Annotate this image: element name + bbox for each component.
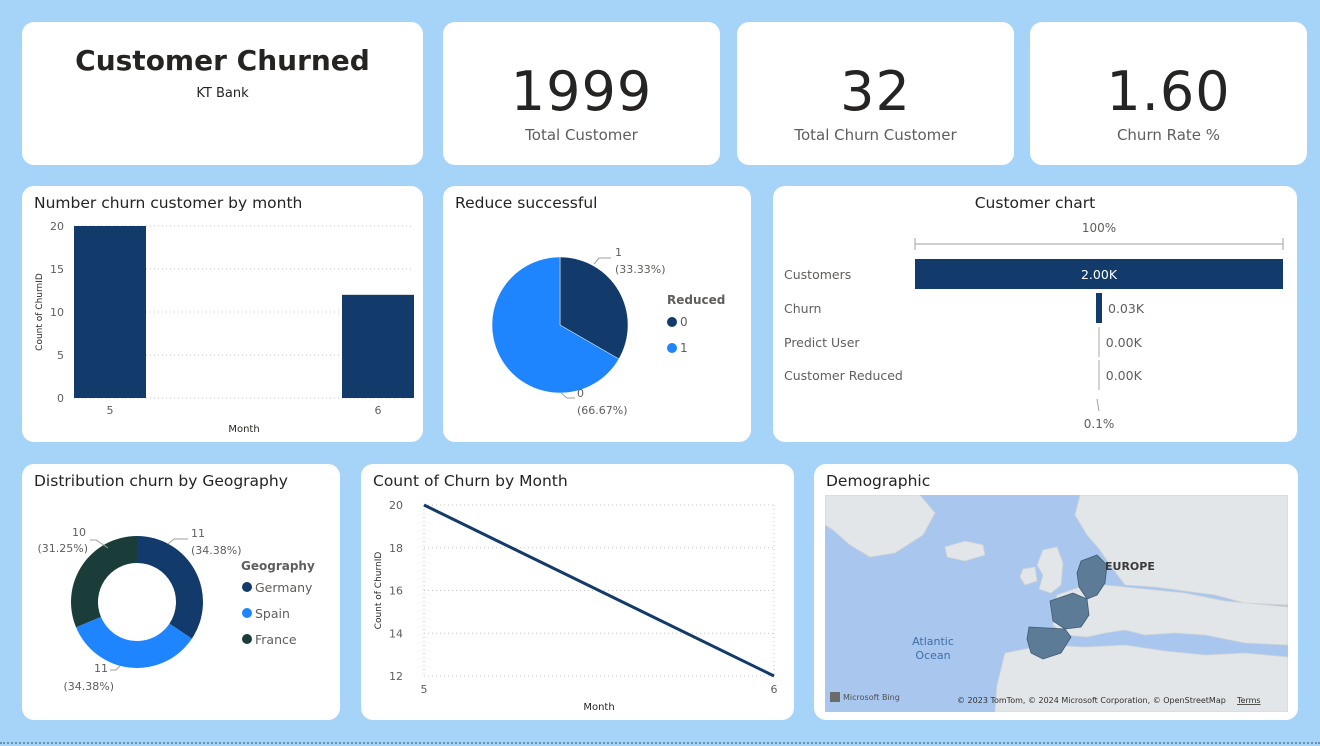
legend-label: France <box>255 632 297 647</box>
legend-marker <box>242 634 252 644</box>
funnel-category-label: Predict User <box>784 335 860 350</box>
funnel-value-label: 2.00K <box>1081 267 1118 282</box>
pie-chart-card[interactable]: Reduce successful 1 (33.33%) 0 (66.67%) Redu… <box>443 186 751 442</box>
x-axis-label: Month <box>583 702 614 713</box>
kpi-value: 32 <box>840 60 911 123</box>
map-region-label: EUROPE <box>1105 560 1155 573</box>
y-tick-label: 18 <box>389 542 403 555</box>
legend-label: Germany <box>255 580 313 595</box>
map-brand: Microsoft Bing <box>843 693 900 702</box>
data-label: (34.38%) <box>191 544 242 557</box>
funnel-category-label: Churn <box>784 301 821 316</box>
map-card[interactable]: Demographic EUROPE Atlantic Ocean Micros… <box>814 464 1298 720</box>
chart-title: Demographic <box>826 472 931 490</box>
x-tick-label: 5 <box>421 683 428 696</box>
data-label: (31.25%) <box>37 542 88 555</box>
bar <box>74 226 146 398</box>
page-title: Customer Churned <box>75 44 370 77</box>
legend-marker <box>242 582 252 592</box>
bar-chart-card[interactable]: Number churn customer by month 0 5 10 15 20 5… <box>22 186 423 442</box>
y-tick-label: 14 <box>389 627 403 640</box>
legend-marker <box>242 608 252 618</box>
kpi-card-total-churn: 32 Total Churn Customer <box>737 22 1014 165</box>
y-tick-label: 20 <box>389 499 403 512</box>
funnel-category-label: Customer Reduced <box>784 368 903 383</box>
map-copyright: © 2023 TomTom, © 2024 Microsoft Corporat… <box>957 696 1226 705</box>
legend-marker <box>667 343 677 353</box>
y-tick-label: 16 <box>389 585 403 598</box>
map-ocean-label-1: Atlantic <box>912 635 954 648</box>
line-chart-card[interactable]: Count of Churn by Month 12 14 16 18 20 5 6 Mont… <box>361 464 794 720</box>
y-tick-label: 10 <box>50 306 64 319</box>
legend-label: Spain <box>255 606 290 621</box>
kpi-value: 1999 <box>510 60 653 123</box>
x-tick-label: 6 <box>375 404 382 417</box>
y-axis-label: Count of ChurnID <box>374 552 384 630</box>
funnel-bar <box>1096 293 1102 323</box>
donut-chart-card[interactable]: Distribution churn by Geography 11 (34.38… <box>22 464 340 720</box>
data-label: 10 <box>72 526 86 539</box>
map-view[interactable]: EUROPE Atlantic Ocean Microsoft Bing © 2… <box>825 495 1288 712</box>
data-label: 11 <box>94 662 108 675</box>
kpi-label: Total Customer <box>525 126 638 144</box>
funnel-bar <box>1098 360 1100 390</box>
legend-label: 1 <box>680 341 688 355</box>
leader-line <box>593 257 611 265</box>
legend-title: Geography <box>241 559 315 573</box>
kpi-label: Churn Rate % <box>1116 126 1221 144</box>
kpi-card-total-customer: 1999 Total Customer <box>443 22 720 165</box>
kpi-value: 1.60 <box>1106 60 1231 123</box>
leader-line <box>560 392 575 399</box>
legend-title: Reduced <box>667 293 725 307</box>
funnel-value-label: 0.00K <box>1106 335 1143 350</box>
bing-logo-icon <box>830 692 840 702</box>
legend-label: 0 <box>680 315 688 329</box>
y-tick-label: 15 <box>50 263 64 276</box>
data-label: (33.33%) <box>615 263 666 276</box>
x-tick-label: 6 <box>771 683 778 696</box>
y-tick-label: 0 <box>57 392 64 405</box>
x-tick-label: 5 <box>107 404 114 417</box>
percent-label-top: 100% <box>1082 221 1116 235</box>
leader-line <box>90 539 109 549</box>
leader-line <box>110 665 121 671</box>
funnel-chart[interactable]: 100% Customers 2.00K Churn 0.03K Predict User… <box>773 186 1297 442</box>
data-label: 0 <box>577 387 584 400</box>
line-chart[interactable]: 12 14 16 18 20 5 6 Month Count of ChurnID <box>361 464 794 720</box>
funnel-value-label: 0.03K <box>1108 301 1145 316</box>
kpi-label: Total Churn Customer <box>794 126 957 144</box>
y-tick-label: 12 <box>389 670 403 683</box>
map-ocean-label-2: Ocean <box>915 649 950 662</box>
percent-bracket-bottom <box>1096 398 1100 412</box>
funnel-category-label: Customers <box>784 267 851 282</box>
y-tick-label: 20 <box>50 220 64 233</box>
page-subtitle: KT Bank <box>196 86 249 101</box>
x-axis-label: Month <box>228 424 259 435</box>
funnel-value-label: 0.00K <box>1106 368 1143 383</box>
leader-line <box>167 538 188 545</box>
funnel-bar <box>1098 327 1100 357</box>
data-label: 11 <box>191 527 205 540</box>
data-label: (66.67%) <box>577 404 628 417</box>
pie-chart[interactable]: 1 (33.33%) 0 (66.67%) Reduced 0 1 <box>443 186 751 442</box>
bar-chart[interactable]: 0 5 10 15 20 5 6 Month Count of ChurnID <box>22 186 423 442</box>
kpi-card-churn-rate: 1.60 Churn Rate % <box>1030 22 1307 165</box>
bar <box>342 294 414 398</box>
title-card: Customer Churned KT Bank <box>22 22 423 165</box>
percent-label-bottom: 0.1% <box>1084 417 1115 431</box>
data-label: 1 <box>615 246 622 259</box>
map-terms-link[interactable]: Terms <box>1236 696 1261 705</box>
y-tick-label: 5 <box>57 349 64 362</box>
data-label: (34.38%) <box>63 680 114 693</box>
legend-marker <box>667 317 677 327</box>
page-bottom-divider <box>0 742 1320 744</box>
funnel-chart-card[interactable]: Customer chart 100% Customers 2.00K Churn 0.… <box>773 186 1297 442</box>
y-axis-label: Count of ChurnID <box>35 273 45 351</box>
donut-chart[interactable]: 11 (34.38%) 10 (31.25%) 11 (34.38%) Geography G… <box>22 464 340 720</box>
